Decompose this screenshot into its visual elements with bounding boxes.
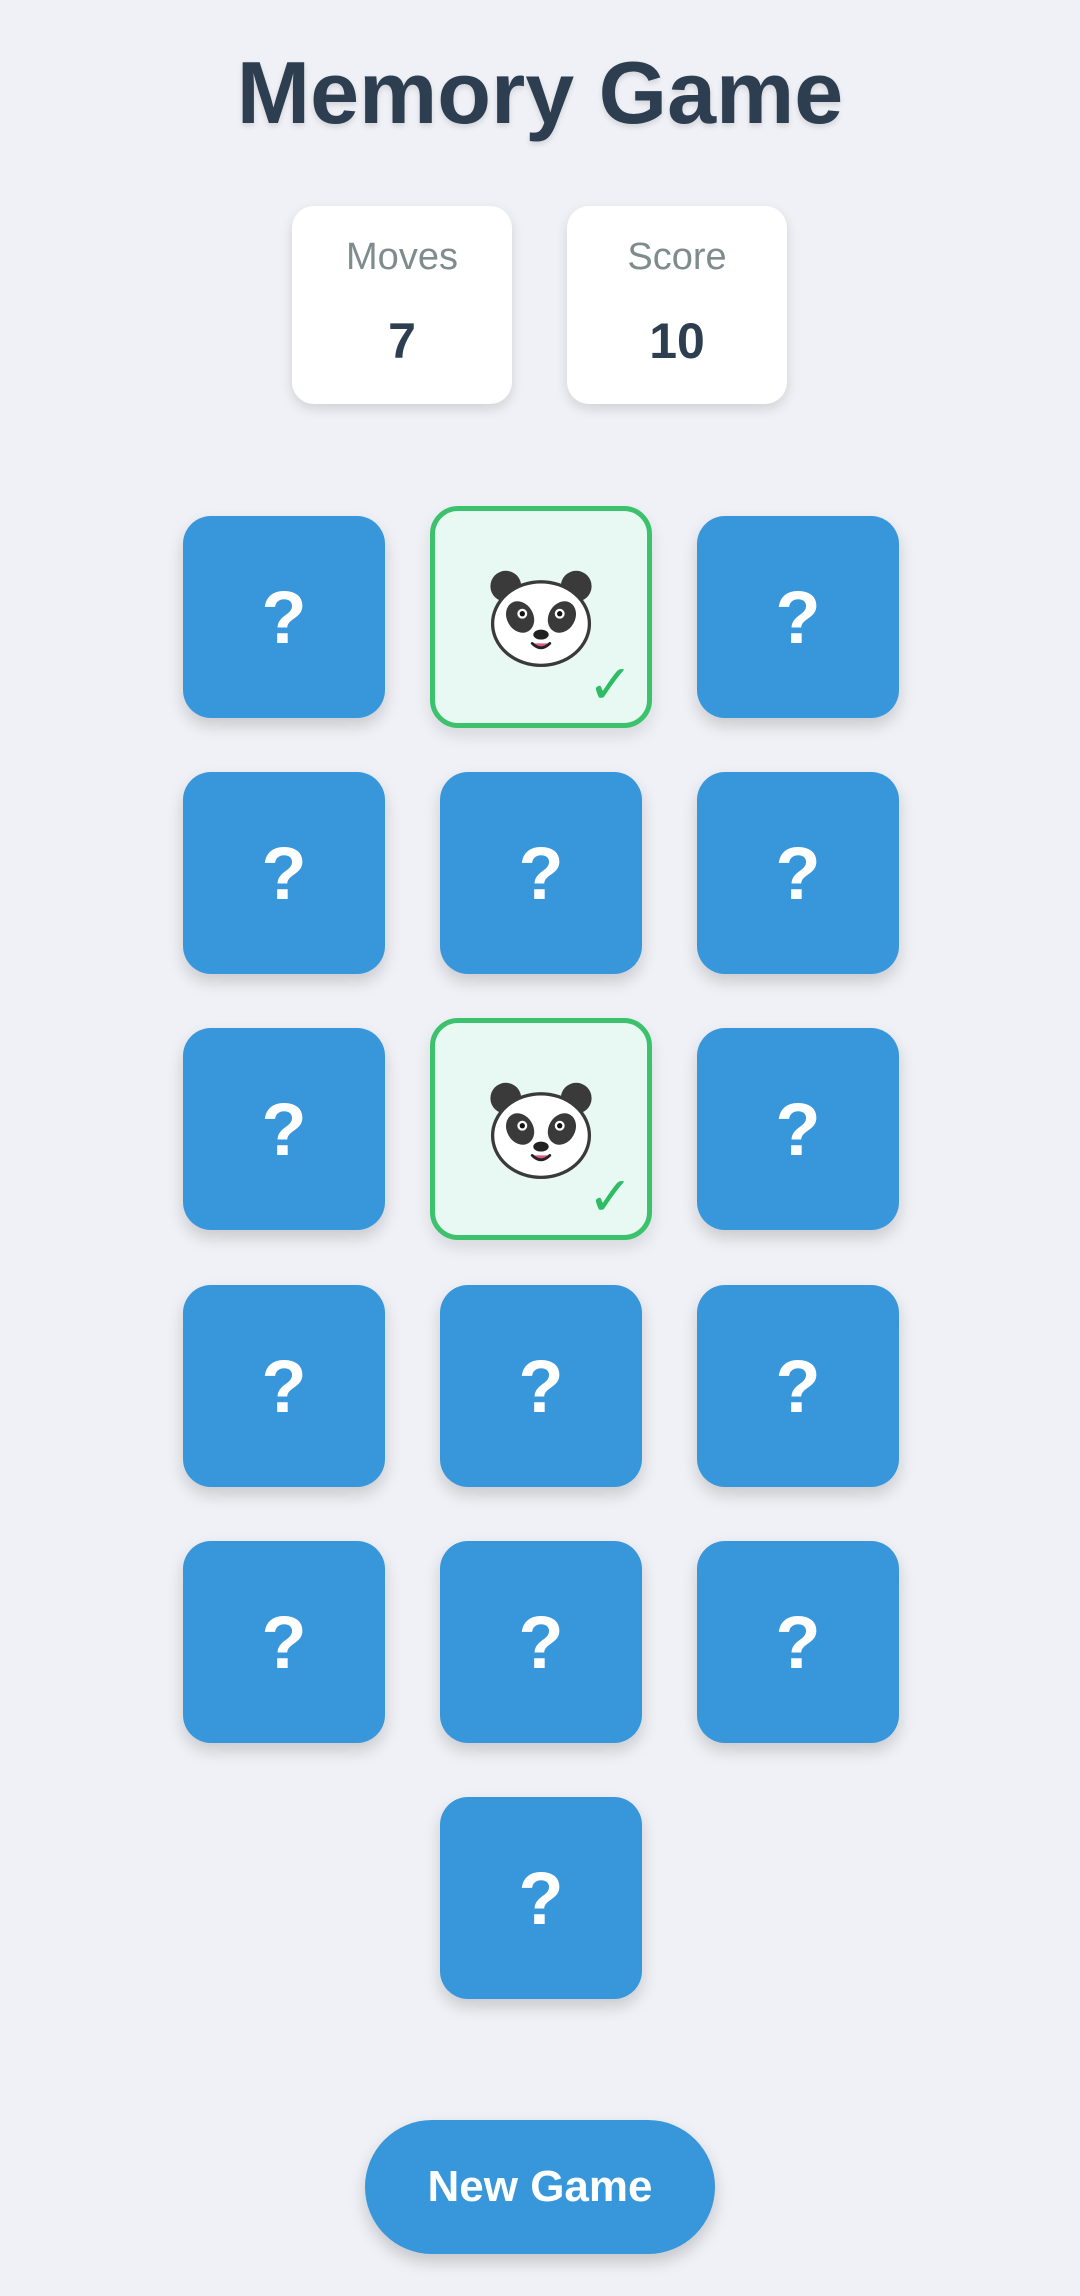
moves-panel: Moves 7 [292,206,512,404]
question-mark-icon: ? [261,1087,307,1171]
question-mark-icon: ? [261,831,307,915]
question-mark-icon: ? [775,831,821,915]
score-panel: Score 10 [567,206,787,404]
memory-card-hidden[interactable]: ? [697,1028,899,1230]
score-label: Score [627,236,727,278]
question-mark-icon: ? [518,1344,564,1428]
score-value: 10 [649,313,705,369]
question-mark-icon: ? [518,1600,564,1684]
memory-card-hidden[interactable]: ? [183,1285,385,1487]
memory-card-hidden[interactable]: ? [440,772,642,974]
memory-card-hidden[interactable]: ? [440,1285,642,1487]
game-title: Memory Game [236,43,844,142]
memory-card-hidden[interactable]: ? [183,772,385,974]
memory-card-matched[interactable]: ✓ [430,506,652,728]
question-mark-icon: ? [775,1344,821,1428]
new-game-button[interactable]: New Game [365,2120,715,2254]
check-icon: ✓ [587,1167,633,1227]
memory-card-hidden[interactable]: ? [440,1797,642,1999]
memory-card-hidden[interactable]: ? [183,516,385,718]
moves-label: Moves [346,236,458,278]
question-mark-icon: ? [775,1087,821,1171]
memory-card-hidden[interactable]: ? [697,1541,899,1743]
check-icon: ✓ [587,655,633,715]
memory-card-hidden[interactable]: ? [183,1541,385,1743]
memory-card-matched[interactable]: ✓ [430,1018,652,1240]
question-mark-icon: ? [775,1600,821,1684]
question-mark-icon: ? [775,575,821,659]
panda-icon [490,570,592,668]
panda-icon [490,1082,592,1180]
moves-value: 7 [388,313,416,369]
question-mark-icon: ? [518,831,564,915]
question-mark-icon: ? [518,1856,564,1940]
memory-card-hidden[interactable]: ? [440,1541,642,1743]
memory-card-hidden[interactable]: ? [697,1285,899,1487]
memory-card-hidden[interactable]: ? [697,516,899,718]
memory-card-hidden[interactable]: ? [697,772,899,974]
memory-card-hidden[interactable]: ? [183,1028,385,1230]
question-mark-icon: ? [261,1344,307,1428]
question-mark-icon: ? [261,575,307,659]
question-mark-icon: ? [261,1600,307,1684]
